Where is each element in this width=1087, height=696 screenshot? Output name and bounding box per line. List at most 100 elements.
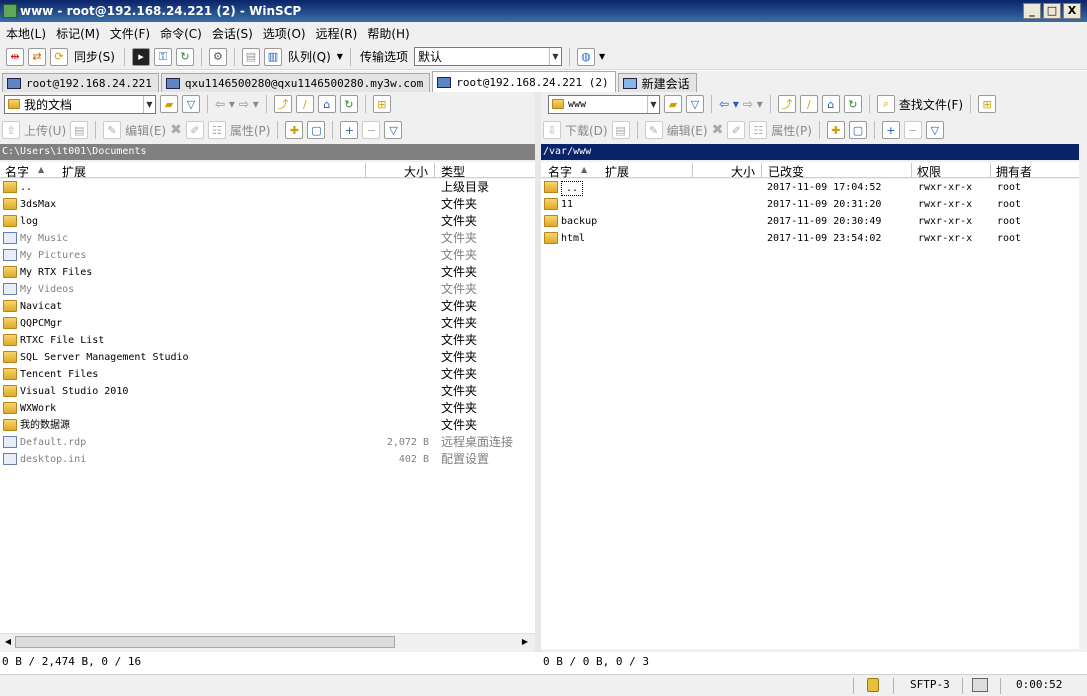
column-divider[interactable] [761,163,762,177]
column-name[interactable]: 名字 [548,163,572,180]
menu-local[interactable]: 本地(L) [6,25,46,42]
home-icon[interactable]: ⌂ [821,95,840,113]
refresh-session-icon[interactable]: ↻ [175,47,194,66]
synchronize-browsing-icon[interactable]: ⇄ [28,47,46,66]
list-item[interactable]: My Music 文件夹 [0,230,535,247]
open-folder-icon[interactable]: ▰ [664,95,682,113]
menu-options[interactable]: 选项(O) [263,25,306,42]
column-ext[interactable]: 扩展 [605,163,629,180]
select-all-icon[interactable]: + [340,121,359,139]
list-item[interactable]: My Videos 文件夹 [0,281,535,298]
filter-icon[interactable]: ▽ [686,95,704,113]
list-item[interactable]: Visual Studio 2010 文件夹 [0,383,535,400]
local-location-select[interactable]: 我的文档 ▼ [4,94,156,114]
open-folder-icon[interactable]: ▰ [160,95,178,113]
list-item[interactable]: Tencent Files 文件夹 [0,366,535,383]
list-item[interactable]: SQL Server Management Studio 文件夹 [0,349,535,366]
filter-icon[interactable]: ▽ [182,95,200,113]
refresh-icon[interactable]: ↻ [843,95,862,113]
back-arrow-icon[interactable]: ⇦ ▾ [719,97,739,111]
console-icon[interactable]: ▸ [131,47,150,66]
tab-session-3[interactable]: root@192.168.24.221 (2) [432,71,616,92]
tab-session-1[interactable]: root@192.168.24.221 [2,73,159,92]
scroll-right-icon[interactable]: ▶ [519,636,531,648]
column-name[interactable]: 名字 [5,163,29,180]
local-path-bar[interactable]: C:\Users\it001\Documents [0,144,535,160]
new-file-icon[interactable]: ▢ [307,121,326,139]
remote-path-bar[interactable]: /var/www [541,144,1079,160]
column-divider[interactable] [911,163,912,177]
list-item[interactable]: WXWork 文件夹 [0,400,535,417]
local-file-list[interactable]: .. 上级目录 3dsMax 文件夹 log 文件夹 My Music 文件夹 My Pictu… [0,179,535,635]
list-item[interactable]: 3dsMax 文件夹 [0,196,535,213]
menu-file[interactable]: 文件(F) [110,25,150,42]
new-file-icon[interactable]: ▢ [848,121,867,139]
queue-icon[interactable]: ▥ [263,47,282,66]
menu-session[interactable]: 会话(S) [212,25,253,42]
menu-commands[interactable]: 命令(C) [160,25,202,42]
column-ext[interactable]: 扩展 [62,163,86,180]
find-files-icon[interactable]: ⌕ [876,95,895,113]
list-item[interactable]: backup 2017-11-09 20:30:49 rwxr-xr-x root [541,213,1079,230]
maximize-button[interactable]: □ [1043,3,1061,19]
column-owner[interactable]: 拥有者 [996,163,1032,180]
close-button[interactable]: X [1063,3,1081,19]
scroll-left-icon[interactable]: ◀ [2,636,14,648]
scrollbar-thumb[interactable] [15,636,395,648]
list-item[interactable]: QQPCMgr 文件夹 [0,315,535,332]
root-directory-icon[interactable]: / [799,95,818,113]
new-folder-icon[interactable]: ✚ [826,121,845,139]
queue-button[interactable]: 队列(Q) [286,48,333,65]
list-item[interactable]: desktop.ini 402 B 配置设置 [0,451,535,468]
list-item[interactable]: .. 上级目录 [0,179,535,196]
list-item[interactable]: 11 2017-11-09 20:31:20 rwxr-xr-x root [541,196,1079,213]
remote-file-list[interactable]: .. 2017-11-09 17:04:52 rwxr-xr-x root 11 2017… [541,179,1079,649]
preferences-gear-icon[interactable]: ⚙ [208,47,227,66]
refresh-icon[interactable]: ↻ [339,95,358,113]
root-directory-icon[interactable]: / [295,95,314,113]
list-item[interactable]: 我的数据源 文件夹 [0,417,535,434]
list-item[interactable]: My RTX Files 文件夹 [0,264,535,281]
synchronize-icon[interactable]: ⟳ [50,47,68,66]
local-horizontal-scrollbar[interactable]: ◀ ▶ [0,633,535,649]
menu-remote[interactable]: 远程(R) [316,25,358,42]
remote-location-select[interactable]: www ▼ [548,94,660,114]
column-divider[interactable] [990,163,991,177]
list-item[interactable]: .. 2017-11-09 17:04:52 rwxr-xr-x root [541,179,1079,196]
putty-icon[interactable]: ⚿ [153,47,172,66]
tab-session-2[interactable]: qxu1146500280@qxu1146500280.my3w.com [160,73,431,92]
column-divider[interactable] [692,163,693,177]
list-item[interactable]: My Pictures 文件夹 [0,247,535,264]
list-item[interactable]: html 2017-11-09 23:54:02 rwxr-xr-x root [541,230,1079,247]
transfer-settings-select[interactable]: 默认 ▼ [413,47,562,66]
list-item[interactable]: Default.rdp 2,072 B 远程桌面连接 [0,434,535,451]
list-item[interactable]: log 文件夹 [0,213,535,230]
list-item[interactable]: Navicat 文件夹 [0,298,535,315]
tree-view-icon[interactable]: ⊞ [372,95,391,113]
queue-dropdown-arrow-icon[interactable]: ▼ [337,52,343,61]
filter-select-icon[interactable]: ▽ [925,121,944,139]
menu-help[interactable]: 帮助(H) [367,25,409,42]
tab-new-session[interactable]: 新建会话 [617,73,697,92]
column-size[interactable]: 大小 [404,163,428,180]
select-all-icon[interactable]: + [881,121,900,139]
synchronize-button[interactable]: 同步(S) [72,48,117,65]
column-divider[interactable] [365,163,366,177]
column-type[interactable]: 类型 [441,163,465,180]
find-files-button[interactable]: 查找文件(F) [899,96,963,113]
new-folder-icon[interactable]: ✚ [285,121,304,139]
column-divider[interactable] [434,163,435,177]
home-icon[interactable]: ⌂ [317,95,336,113]
filter-select-icon[interactable]: ▽ [384,121,403,139]
menu-mark[interactable]: 标记(M) [56,25,100,42]
globe-dropdown-arrow-icon[interactable]: ▼ [599,52,605,61]
column-size[interactable]: 大小 [731,163,755,180]
column-rights[interactable]: 权限 [917,163,941,180]
list-item[interactable]: RTXC File List 文件夹 [0,332,535,349]
parent-directory-icon[interactable]: ⤴ [273,95,292,113]
compare-directories-icon[interactable]: ⇹ [6,47,24,66]
minimize-button[interactable]: _ [1023,3,1041,19]
globe-icon[interactable]: ◍ [576,47,595,66]
column-changed[interactable]: 已改变 [768,163,804,180]
tree-view-icon[interactable]: ⊞ [978,95,997,113]
